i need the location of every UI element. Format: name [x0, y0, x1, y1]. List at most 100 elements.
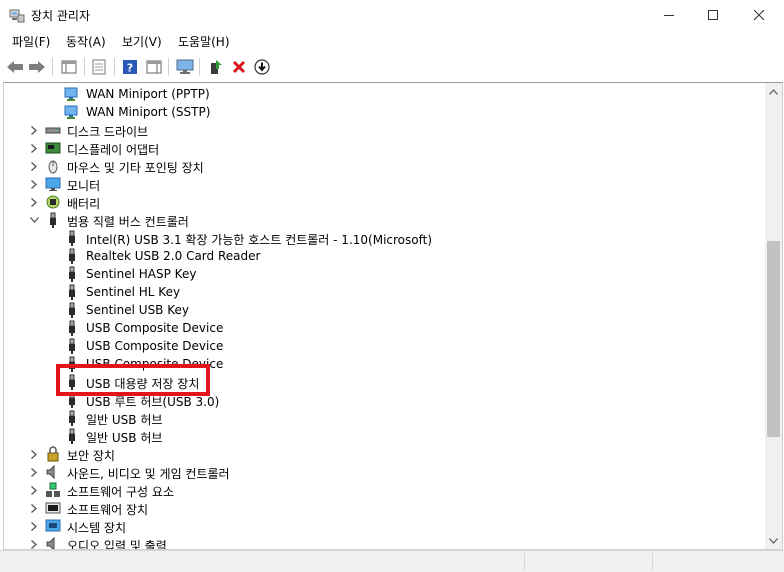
tree-item-label: 일반 USB 허브 [86, 413, 163, 427]
usb-device-icon [69, 266, 75, 282]
tree-item-label: 범용 직렬 버스 컨트롤러 [67, 215, 189, 229]
window-title: 장치 관리자 [31, 9, 91, 23]
disable-device-button[interactable] [251, 56, 273, 78]
tree-category[interactable]: 디스플레이 어댑터 [4, 139, 762, 157]
tree-device-item[interactable]: Intel(R) USB 3.1 확장 가능한 호스트 컨트롤러 - 1.10(… [4, 229, 762, 247]
usb-controller-icon [50, 212, 56, 228]
toolbar-separator [199, 58, 200, 76]
update-driver-button[interactable] [205, 56, 227, 78]
tree-category[interactable]: 시스템 장치 [4, 517, 762, 535]
help-button[interactable]: ? [119, 56, 141, 78]
chevron-right-icon[interactable] [28, 448, 40, 460]
menu-file[interactable]: 파일(F) [10, 33, 52, 50]
tree-device-item[interactable]: WAN Miniport (SSTP) [4, 103, 762, 121]
chevron-right-icon[interactable] [28, 502, 40, 514]
back-button[interactable] [4, 56, 26, 78]
properties-icon [92, 59, 106, 75]
tree-device-item[interactable]: 일반 USB 허브 [4, 409, 762, 427]
scroll-down-button[interactable] [765, 532, 782, 549]
tree-device-item[interactable]: USB Composite Device [4, 319, 762, 337]
menu-help[interactable]: 도움말(H) [176, 33, 232, 50]
tree-category[interactable]: 범용 직렬 버스 컨트롤러 [4, 211, 762, 229]
chevron-down-icon[interactable] [28, 214, 40, 226]
show-hide-console-tree-icon [61, 60, 77, 74]
usb-device-icon [69, 230, 75, 246]
chevron-right-icon[interactable] [28, 178, 40, 190]
tree-item-label: Sentinel HL Key [86, 285, 181, 299]
menu-view[interactable]: 보기(V) [120, 33, 164, 50]
chevron-right-icon[interactable] [28, 160, 40, 172]
chevron-right-icon[interactable] [28, 520, 40, 532]
chevron-right-icon[interactable] [28, 466, 40, 478]
tree-category[interactable]: 보안 장치 [4, 445, 762, 463]
tree-category[interactable]: 디스크 드라이브 [4, 121, 762, 139]
chevron-right-icon[interactable] [28, 142, 40, 154]
mouse-icon [48, 160, 58, 174]
tree-device-item[interactable]: Sentinel HL Key [4, 283, 762, 301]
minimize-icon [664, 15, 674, 16]
system-device-icon [45, 519, 61, 532]
device-tree[interactable]: WAN Miniport (PPTP) WAN Miniport (SSTP) 디스… [3, 82, 783, 550]
tree-item-label: Intel(R) USB 3.1 확장 가능한 호스트 컨트롤러 - 1.10(… [86, 233, 433, 247]
usb-device-icon [69, 302, 75, 318]
scan-hardware-button[interactable] [174, 56, 196, 78]
tree-device-item[interactable]: Sentinel USB Key [4, 301, 762, 319]
update-driver-icon [211, 60, 222, 74]
status-divider [652, 553, 653, 570]
highlight-annotation [56, 364, 210, 396]
toolbar-separator [114, 58, 115, 76]
forward-button[interactable] [26, 56, 48, 78]
scan-hardware-icon [176, 59, 194, 74]
console-tree-button[interactable] [58, 56, 80, 78]
device-manager-icon [9, 9, 25, 23]
tree-item-label: 배터리 [67, 197, 101, 211]
tree-device-item[interactable]: Realtek USB 2.0 Card Reader [4, 247, 762, 265]
close-icon [753, 9, 765, 21]
status-divider [524, 553, 525, 570]
minimize-button[interactable] [646, 0, 692, 30]
tree-category[interactable]: 소프트웨어 장치 [4, 499, 762, 517]
chevron-right-icon[interactable] [28, 124, 40, 136]
tree-category[interactable]: 마우스 및 기타 포인팅 장치 [4, 157, 762, 175]
tree-category[interactable]: 모니터 [4, 175, 762, 193]
disable-device-icon [254, 59, 270, 75]
tree-device-item[interactable]: USB Composite Device [4, 337, 762, 355]
toolbar: ? [0, 52, 784, 82]
uninstall-device-icon [232, 60, 246, 74]
tree-device-item[interactable]: WAN Miniport (PPTP) [4, 85, 762, 103]
properties-button[interactable] [88, 56, 110, 78]
tree-item-label: 모니터 [67, 179, 101, 193]
tree-item-label: 일반 USB 허브 [86, 431, 163, 445]
tree-category[interactable]: 배터리 [4, 193, 762, 211]
action-pane-button[interactable] [143, 56, 165, 78]
tree-category[interactable]: 오디오 입력 및 출력 [4, 535, 762, 549]
chevron-up-icon [769, 88, 778, 95]
tree-item-label: USB Composite Device [86, 321, 224, 335]
close-button[interactable] [736, 0, 782, 30]
tree-device-item[interactable]: Sentinel HASP Key [4, 265, 762, 283]
help-icon: ? [123, 60, 137, 75]
tree-category[interactable]: 사운드, 비디오 및 게임 컨트롤러 [4, 463, 762, 481]
usb-device-icon [69, 320, 75, 336]
tree-category[interactable]: 소프트웨어 구성 요소 [4, 481, 762, 499]
chevron-right-icon[interactable] [28, 538, 40, 549]
maximize-button[interactable] [690, 0, 736, 30]
usb-device-icon [69, 410, 75, 426]
scroll-up-button[interactable] [765, 83, 782, 100]
vertical-scrollbar[interactable] [765, 83, 782, 549]
uninstall-device-button[interactable] [228, 56, 250, 78]
tree-item-label: 디스크 드라이브 [67, 125, 149, 139]
security-device-icon [47, 446, 59, 462]
chevron-right-icon[interactable] [28, 484, 40, 496]
usb-device-icon [69, 338, 75, 354]
tree-item-label: 시스템 장치 [67, 521, 127, 535]
chevron-right-icon[interactable] [28, 196, 40, 208]
menu-action[interactable]: 동작(A) [64, 33, 108, 50]
software-component-icon [46, 482, 60, 497]
tree-device-item[interactable]: 일반 USB 허브 [4, 427, 762, 445]
tree-item-label: Realtek USB 2.0 Card Reader [86, 249, 261, 263]
action-pane-icon [146, 60, 162, 74]
scrollbar-thumb[interactable] [767, 241, 780, 437]
forward-icon [29, 61, 45, 73]
tree-item-label: WAN Miniport (PPTP) [86, 87, 210, 101]
